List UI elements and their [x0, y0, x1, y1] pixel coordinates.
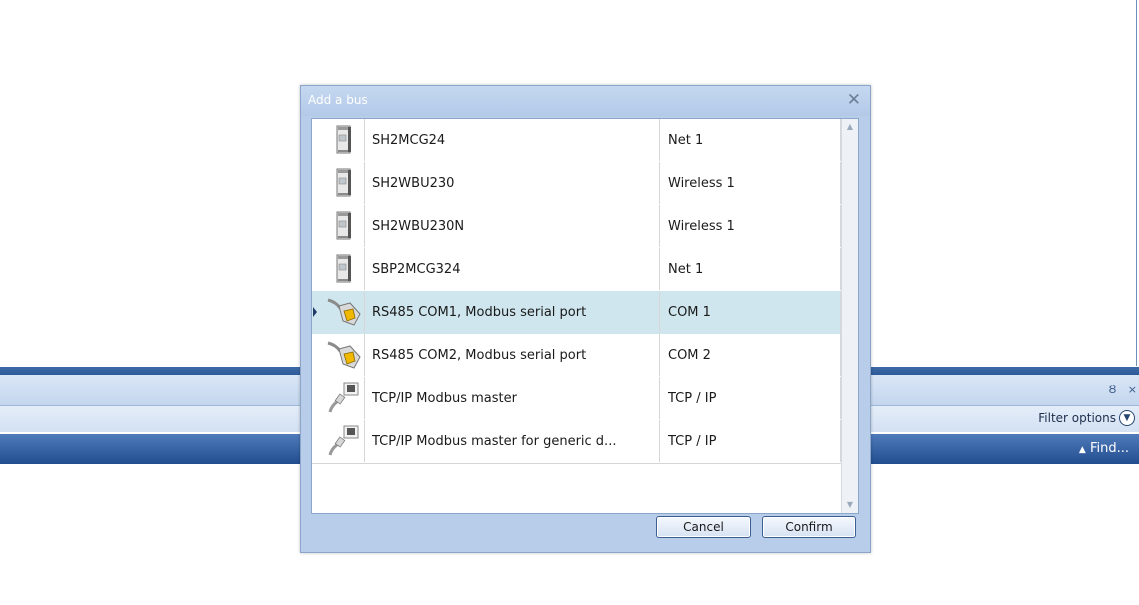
bus-row[interactable]: SH2WBU230N Wireless 1 [312, 205, 841, 249]
cancel-button[interactable]: Cancel [656, 516, 751, 538]
add-bus-dialog: Add a bus ✕ SH2MCG24 Net 1 SH2WBU230 Wirele… [300, 85, 871, 553]
list-scrollbar[interactable]: ▲ ▼ [841, 119, 858, 513]
find-label: Find... [1089, 441, 1129, 456]
row-port: Net 1 [660, 248, 841, 290]
bus-row[interactable]: RS485 COM1, Modbus serial port COM 1 [312, 291, 841, 335]
bus-row[interactable]: RS485 COM2, Modbus serial port COM 2 [312, 334, 841, 378]
row-icon-cell [320, 248, 365, 290]
scroll-down-icon[interactable]: ▼ [842, 497, 858, 513]
row-name: SBP2MCG324 [364, 248, 660, 290]
pane-close-icon[interactable]: × [1128, 383, 1137, 396]
row-name: SH2MCG24 [364, 119, 660, 161]
row-name: RS485 COM2, Modbus serial port [364, 334, 660, 376]
row-port: TCP / IP [660, 420, 841, 462]
row-name: TCP/IP Modbus master [364, 377, 660, 419]
pin-icon[interactable]: Ȣ [1109, 383, 1117, 396]
bus-row[interactable]: SBP2MCG324 Net 1 [312, 248, 841, 292]
row-name: SH2WBU230N [364, 205, 660, 247]
row-icon-cell [320, 119, 365, 161]
device-module-icon [326, 251, 362, 287]
filter-options-label: Filter options [1038, 411, 1116, 425]
serial-connector-icon [326, 294, 362, 330]
bus-row[interactable]: SH2MCG24 Net 1 [312, 119, 841, 163]
row-icon-cell [320, 377, 365, 419]
triangle-up-icon: ▲ [1078, 445, 1086, 455]
filter-options-button[interactable]: Filter options ▼ [1038, 410, 1135, 426]
dialog-close-icon[interactable]: ✕ [847, 90, 861, 110]
bus-list: SH2MCG24 Net 1 SH2WBU230 Wireless 1 SH2WBU23… [311, 118, 859, 514]
scroll-up-icon[interactable]: ▲ [842, 119, 858, 135]
dialog-titlebar: Add a bus ✕ [301, 86, 870, 116]
row-icon-cell [320, 205, 365, 247]
row-name: SH2WBU230 [364, 162, 660, 204]
row-selected-marker-icon [313, 307, 317, 317]
device-module-icon [326, 208, 362, 244]
device-module-icon [326, 122, 362, 158]
row-icon-cell [320, 334, 365, 376]
dialog-title: Add a bus [308, 93, 368, 107]
row-port: Wireless 1 [660, 205, 841, 247]
device-module-icon [326, 165, 362, 201]
row-name: TCP/IP Modbus master for generic d... [364, 420, 660, 462]
pane-controls: Ȣ × [1101, 383, 1137, 396]
chevron-down-circle-icon: ▼ [1119, 410, 1135, 426]
confirm-button[interactable]: Confirm [762, 516, 856, 538]
bus-row[interactable]: TCP/IP Modbus master for generic d... TCP… [312, 420, 841, 464]
window-edge-line [1136, 0, 1137, 366]
row-icon-cell [320, 291, 365, 333]
row-icon-cell [320, 420, 365, 462]
bus-row[interactable]: TCP/IP Modbus master TCP / IP [312, 377, 841, 421]
serial-connector-icon [326, 337, 362, 373]
ethernet-cable-icon [326, 423, 362, 459]
row-port: COM 2 [660, 334, 841, 376]
row-port: Wireless 1 [660, 162, 841, 204]
ethernet-cable-icon [326, 380, 362, 416]
row-port: COM 1 [660, 291, 841, 333]
find-button[interactable]: ▲ Find... [1079, 441, 1129, 456]
row-icon-cell [320, 162, 365, 204]
row-port: Net 1 [660, 119, 841, 161]
row-port: TCP / IP [660, 377, 841, 419]
row-name: RS485 COM1, Modbus serial port [364, 291, 660, 333]
bus-row[interactable]: SH2WBU230 Wireless 1 [312, 162, 841, 206]
